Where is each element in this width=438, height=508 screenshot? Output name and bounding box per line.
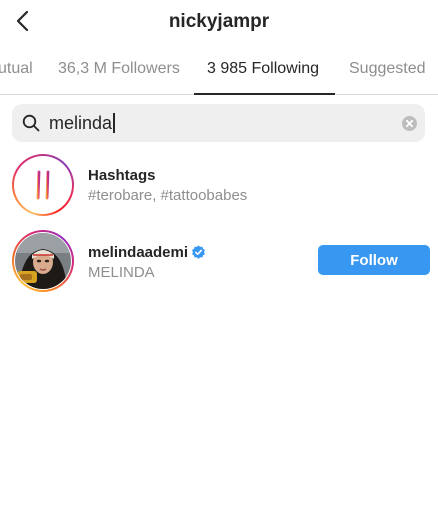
page-title: nickyjampr	[168, 11, 270, 32]
hashtag-icon	[30, 170, 56, 200]
avatar	[15, 233, 71, 289]
verified-badge-icon	[191, 245, 206, 260]
tab-following[interactable]: 3 985 Following	[207, 60, 319, 78]
follow-button[interactable]: Follow	[318, 245, 430, 275]
hashtags-result[interactable]: Hashtags #terobare, #tattoobabes	[0, 150, 438, 220]
search-input[interactable]: melinda	[12, 104, 425, 142]
search-icon	[22, 114, 40, 132]
search-query-text: melinda	[49, 113, 113, 133]
search-query: melinda	[49, 113, 116, 134]
active-tab-indicator	[194, 93, 335, 95]
story-ring	[12, 230, 74, 292]
clear-search-icon[interactable]	[402, 116, 417, 131]
text-cursor	[113, 113, 116, 133]
full-name: MELINDA	[88, 264, 155, 281]
hashtags-subtitle: #terobare, #tattoobabes	[88, 187, 248, 204]
tab-followers[interactable]: 36,3 M Followers	[58, 60, 180, 78]
top-bar: nickyjampr	[0, 0, 438, 46]
user-result[interactable]: melindaademi MELINDA Follow	[0, 226, 438, 296]
follow-tabs: utual 36,3 M Followers 3 985 Following S…	[0, 48, 438, 95]
hashtag-icon-ring	[12, 154, 74, 216]
username: melindaademi	[88, 244, 189, 261]
hashtags-title: Hashtags	[88, 167, 156, 184]
tab-mutual[interactable]: utual	[0, 60, 33, 78]
tab-suggested[interactable]: Suggested	[349, 60, 426, 78]
